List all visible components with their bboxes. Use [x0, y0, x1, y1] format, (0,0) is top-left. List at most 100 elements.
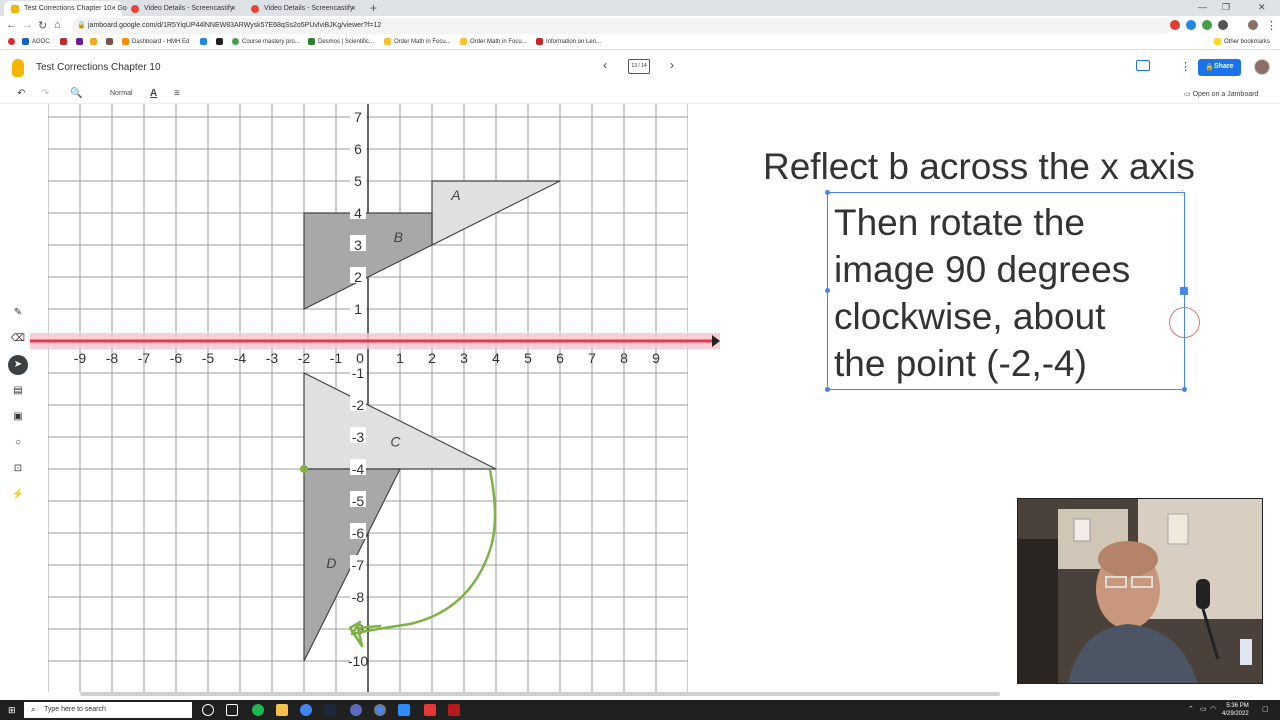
align-icon[interactable]: ≡ [174, 88, 180, 99]
browser-tab[interactable]: Video Details - Screencastify × [124, 1, 242, 16]
taskbar-search-input[interactable]: ⌕ Type here to search [24, 702, 192, 718]
more-options-icon[interactable]: ⋮ [1180, 60, 1191, 73]
bookmark-item[interactable] [8, 38, 18, 45]
extension-icon[interactable] [1170, 20, 1180, 30]
avatar[interactable] [1254, 59, 1270, 75]
zoom-select[interactable]: Normal [110, 90, 133, 97]
forward-icon[interactable]: → [22, 19, 33, 31]
y-tick-label: 4 [354, 205, 362, 221]
browser-tab[interactable]: Video Details - Screencastify × [244, 1, 362, 16]
zoom-app-icon[interactable] [398, 704, 410, 716]
windows-start-icon[interactable]: ⊞ [8, 705, 16, 716]
text-color-icon[interactable]: A [150, 88, 157, 99]
tray-icon[interactable]: ▭ [1200, 705, 1207, 713]
app-icon[interactable] [350, 704, 362, 716]
other-bookmarks[interactable]: Other bookmarks [1214, 38, 1270, 45]
window-close-icon[interactable]: ✕ [1258, 2, 1266, 13]
bookmark-item[interactable] [216, 38, 226, 45]
bookmark-item[interactable] [76, 38, 86, 45]
laser-icon[interactable]: ⚡ [8, 485, 28, 505]
zoom-icon[interactable]: 🔍 [70, 88, 82, 99]
bookmark-item[interactable]: Order Math in Focu... [384, 38, 451, 45]
minimize-icon[interactable]: — [1198, 2, 1207, 12]
bookmark-item[interactable]: Order Math in Focu... [460, 38, 527, 45]
y-tick-label: 6 [354, 141, 362, 157]
reload-icon[interactable]: ↻ [38, 19, 47, 32]
extension-icon[interactable] [1202, 20, 1212, 30]
share-button[interactable]: 🔒 Share [1198, 59, 1241, 76]
bookmark-label: Order Math in Focu... [470, 39, 527, 46]
share-label: Share [1214, 63, 1234, 70]
open-on-jamboard-button[interactable]: ▭ Open on a Jamboard [1184, 90, 1258, 98]
shape-icon[interactable]: ○ [8, 433, 28, 453]
chrome-active-icon[interactable] [374, 704, 386, 716]
bookmark-item[interactable]: Course mastery pro... [232, 38, 300, 45]
app-icon[interactable] [424, 704, 436, 716]
select-icon[interactable]: ➤ [8, 355, 28, 375]
clock-time: 5:36 PM [1226, 703, 1249, 709]
resize-handle[interactable] [825, 387, 830, 392]
undo-icon[interactable]: ↶ [17, 88, 25, 99]
back-icon[interactable]: ← [6, 19, 17, 31]
bookmark-item[interactable] [106, 38, 116, 45]
close-icon[interactable]: × [231, 3, 236, 13]
close-icon[interactable]: × [351, 3, 356, 13]
pen-icon[interactable]: ✎ [8, 303, 28, 323]
wifi-icon[interactable]: ◠ [1210, 705, 1216, 713]
coordinate-grid[interactable]: A B C D -9 -8 -7 -6 -5 -4 -3 -2 -1 0 1 2 3 4 5 6 7 8 9 7 6 5 4 3 2 1 -… [0, 104, 740, 692]
bookmark-item[interactable] [200, 38, 210, 45]
extension-icon[interactable] [1218, 20, 1228, 30]
instruction-text: Then rotate the image 90 degrees clockwi… [834, 202, 1131, 384]
notification-icon[interactable]: ▢ [1262, 705, 1269, 713]
cortana-icon[interactable] [202, 704, 214, 716]
resize-handle[interactable] [825, 288, 830, 293]
task-view-icon[interactable] [226, 704, 238, 716]
textbox-menu-icon[interactable]: ⋮ [1179, 189, 1186, 197]
instruction-textbox[interactable]: Then rotate the image 90 degrees clockwi… [825, 189, 1188, 392]
next-frame-icon[interactable]: › [670, 58, 674, 72]
cursor-highlight-icon [1169, 307, 1200, 338]
eraser-icon[interactable]: ⌫ [8, 329, 28, 349]
app-icon[interactable] [448, 704, 460, 716]
bookmark-icon [76, 38, 83, 45]
tray-chevron-icon[interactable]: ⌃ [1188, 705, 1194, 713]
steam-icon[interactable] [324, 704, 336, 716]
browser-tab[interactable]: Test Corrections Chapter 10 - Go × [4, 1, 127, 16]
spotify-icon[interactable] [252, 704, 264, 716]
bookmark-item[interactable]: AGOC [22, 38, 50, 45]
image-icon[interactable]: ▣ [8, 407, 28, 427]
screencastify-favicon-icon [251, 5, 259, 13]
resize-handle[interactable] [825, 190, 830, 195]
profile-avatar-icon[interactable] [1248, 20, 1258, 30]
browser-menu-icon[interactable]: ⋮ [1266, 19, 1277, 32]
home-icon[interactable]: ⌂ [54, 19, 61, 31]
chrome-icon[interactable] [300, 704, 312, 716]
frame-indicator[interactable]: 13 / 14 [628, 59, 650, 74]
system-clock[interactable]: 5:36 PM 4/29/2022 [1222, 702, 1249, 718]
redo-icon[interactable]: ↷ [41, 88, 49, 99]
resize-handle[interactable] [1180, 287, 1188, 295]
bookmark-item[interactable] [60, 38, 70, 45]
heading-text[interactable]: Reflect b across the x axis [763, 146, 1195, 188]
webcam-overlay [1017, 498, 1263, 684]
bookmark-item[interactable]: Desmos | Scientific... [308, 38, 374, 45]
document-title[interactable]: Test Corrections Chapter 10 [36, 62, 161, 73]
shape-label: A [450, 187, 460, 203]
file-explorer-icon[interactable] [276, 704, 288, 716]
lock-icon: 🔒 [77, 22, 86, 29]
sticky-note-icon[interactable]: ▤ [8, 381, 28, 401]
bookmark-item[interactable]: Dashboard - HMH Ed [122, 38, 189, 45]
extension-icon[interactable] [1186, 20, 1196, 30]
new-tab-button[interactable]: + [370, 1, 377, 15]
previous-frame-icon[interactable]: ‹ [603, 58, 607, 72]
textbox-icon[interactable]: ⊡ [8, 459, 28, 479]
bookmark-item[interactable] [90, 38, 100, 45]
horizontal-scrollbar[interactable] [80, 692, 1000, 696]
present-icon[interactable] [1136, 60, 1150, 71]
url-input[interactable]: 🔒 jamboard.google.com/d/1R5YiqUP44lNNEW8… [72, 18, 1172, 34]
bookmark-item[interactable]: Information on Len... [536, 38, 601, 45]
bookmark-icon [8, 38, 15, 45]
maximize-icon[interactable]: ❐ [1222, 2, 1230, 13]
resize-handle[interactable] [1182, 387, 1187, 392]
close-icon[interactable]: × [111, 3, 116, 13]
